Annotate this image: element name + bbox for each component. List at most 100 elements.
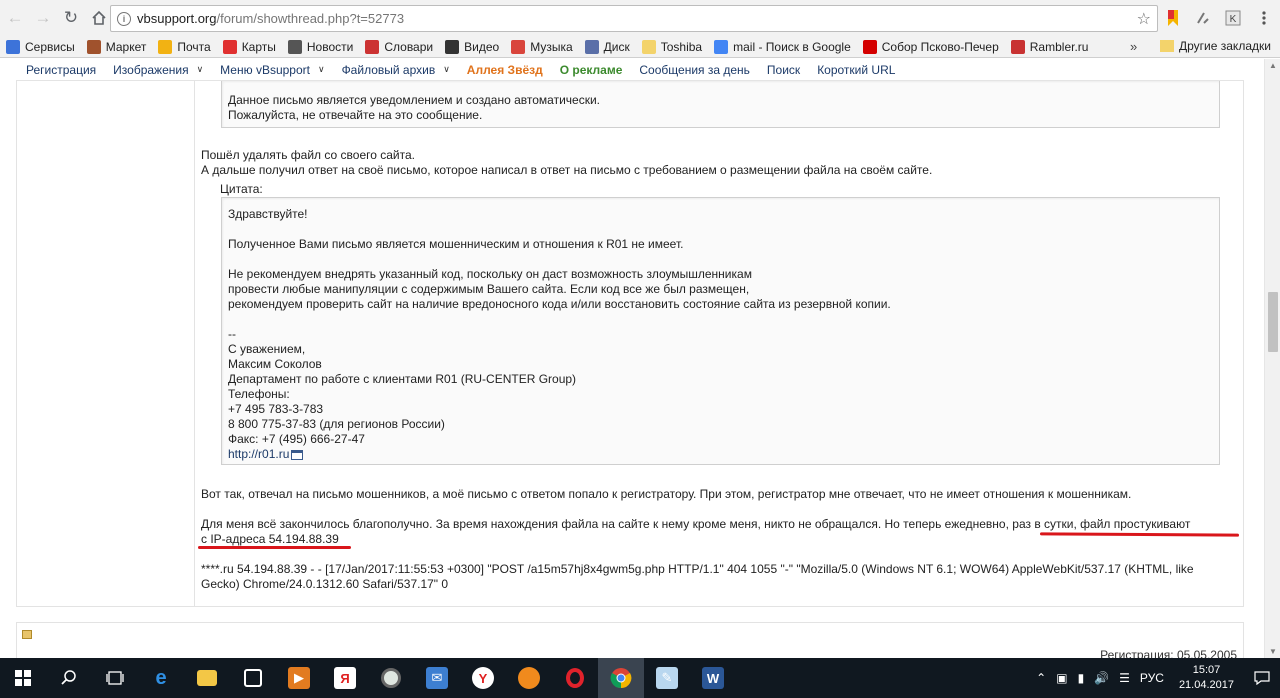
paint-icon[interactable]: ✎ [644,658,690,698]
bookmark-item[interactable]: Rambler.ru [1010,39,1088,54]
quote-line: 8 800 775-37-83 (для регионов России) [228,417,445,431]
forum-nav-item[interactable]: Меню vBsupport ∨ [220,63,324,77]
opera-icon[interactable] [552,658,598,698]
forum-nav-item[interactable]: Поиск [767,63,800,77]
bookmark-item[interactable]: Сервисы [6,39,75,54]
mail-app-icon[interactable]: ✉ [414,658,460,698]
bookmark-item[interactable]: Видео [445,39,500,54]
start-windows-icon[interactable] [0,658,46,698]
other-bookmarks-label: Другие закладки [1179,39,1271,53]
forward-icon[interactable]: → [30,5,56,31]
forum-nav-item[interactable]: Регистрация [26,63,96,77]
forum-navbar: Регистрация Изображения ∨ Меню vBsupport ∨ Фа… [16,59,1244,81]
menu-icon[interactable] [1254,8,1274,28]
volume-icon[interactable]: 🔊 [1094,671,1109,685]
word-icon[interactable]: W [690,658,736,698]
bookmark-label: Диск [603,39,630,54]
network-icon[interactable]: ▣ [1056,671,1067,685]
quote-line: Департамент по работе с клиентами R01 (R… [228,372,577,386]
bookmark-item[interactable]: Новости [287,39,353,54]
home-icon[interactable] [86,5,112,31]
yandex-icon [862,39,877,54]
site-info-icon[interactable]: i [117,11,131,26]
yandex-browser-icon[interactable]: Я [322,658,368,698]
bookmark-item[interactable]: Toshiba [641,39,702,54]
bookmark-label: Видео [464,39,500,54]
folder-icon [641,39,656,54]
bookmark-star-icon[interactable]: ☆ [1137,9,1151,29]
scroll-down-icon[interactable]: ▼ [1269,647,1277,656]
forum-post: Данное письмо является уведомлением и со… [16,81,1244,607]
page-scrollbar[interactable]: ▲ ▼ [1264,59,1280,658]
kaspersky-extension-icon[interactable]: K [1223,8,1243,28]
chrome-icon[interactable] [598,658,644,698]
reload-icon[interactable]: ↻ [58,5,84,31]
disk-icon [584,39,599,54]
forum-nav-item[interactable]: Аллея Звёзд [467,63,543,77]
forum-nav-label: Изображения [113,62,189,77]
browser-window: ← → ↻ i vbsupport.org/forum/showthread.p… [0,0,1280,698]
bookmark-item[interactable]: Маркет [86,39,146,54]
forum-nav-item[interactable]: Короткий URL [817,63,895,77]
app-icon[interactable] [368,658,414,698]
yandex-bookmark-extension-icon[interactable] [1163,8,1183,28]
edge-browser-icon[interactable]: e [138,658,184,698]
address-bar[interactable]: i vbsupport.org/forum/showthread.php?t=5… [110,5,1158,32]
r01-link[interactable]: http://r01.ru [228,447,289,461]
search-icon[interactable] [46,658,92,698]
media-player-icon[interactable]: ▶ [276,658,322,698]
system-tray: ⌃ ▣ ▮ 🔊 ☰ РУС 15:07 21.04.2017 [1031,658,1280,698]
bookmark-item[interactable]: Музыка [511,39,573,54]
forum-nav-item[interactable]: Сообщения за день [639,63,750,77]
quote-line: Максим Соколов [228,357,322,371]
quote-line: -- [228,327,236,341]
bookmark-label: mail - Поиск в Google [733,39,851,54]
bookmark-item[interactable]: Собор Псково-Печер [862,39,999,54]
video-icon [445,39,460,54]
chevron-down-icon: ∨ [317,64,325,74]
forum-nav-item[interactable]: Файловый архив ∨ [342,63,450,77]
battery-icon[interactable]: ▮ [1078,671,1085,685]
clock[interactable]: 15:07 21.04.2017 [1179,663,1234,693]
map-pin-icon [222,39,237,54]
mail-icon [158,39,173,54]
bookmark-label: Карты [241,39,276,54]
bookmark-item[interactable]: Диск [584,39,630,54]
clock-time: 15:07 [1192,664,1221,676]
scroll-up-icon[interactable]: ▲ [1269,61,1277,70]
wifi-icon[interactable]: ☰ [1119,671,1130,685]
forum-nav-item[interactable]: О рекламе [560,63,623,77]
bookmarks-overflow-button[interactable]: » [1130,39,1137,54]
back-icon[interactable]: ← [2,5,28,31]
scroll-thumb[interactable] [1268,292,1278,352]
external-link-icon[interactable] [291,449,304,460]
forum-nav-label: Аллея Звёзд [466,62,543,77]
bookmark-item[interactable]: mail - Поиск в Google [714,39,851,54]
yandex-icon[interactable]: Y [460,658,506,698]
post-status-icon [22,630,32,639]
file-explorer-icon[interactable] [184,658,230,698]
chevron-up-icon[interactable]: ⌃ [1036,671,1046,685]
store-icon[interactable] [230,658,276,698]
quote-line [228,252,1213,267]
task-view-icon[interactable] [92,658,138,698]
post-text: Для меня всё закончилось благополучно. З… [201,517,1191,531]
notifications-icon[interactable] [1244,658,1280,698]
music-icon [511,39,526,54]
bookmark-item[interactable]: Словари [365,39,433,54]
post-text: А дальше получил ответ на своё письмо, к… [201,163,933,177]
forum-nav-item[interactable]: Изображения ∨ [113,63,203,77]
quote-box-main: Здравствуйте! Полученное Вами письмо явля… [221,197,1220,465]
bookmark-item[interactable]: Почта [158,39,211,54]
quote-line: провести любые манипуляции с содержимым … [228,282,750,296]
app-icon[interactable] [506,658,552,698]
bookmark-item[interactable]: Карты [222,39,276,54]
bookmark-label: Почта [177,39,211,54]
extension-icon[interactable] [1193,8,1213,28]
other-bookmarks[interactable]: Другие закладки [1160,39,1271,53]
quote-line: Данное письмо является уведомлением и со… [228,93,601,107]
post-text: Вот так, отвечал на письмо мошенников, а… [201,487,1132,501]
quote-label: Цитата: [220,182,263,196]
language-indicator[interactable]: РУС [1140,671,1164,685]
chevron-down-icon: ∨ [196,64,204,74]
